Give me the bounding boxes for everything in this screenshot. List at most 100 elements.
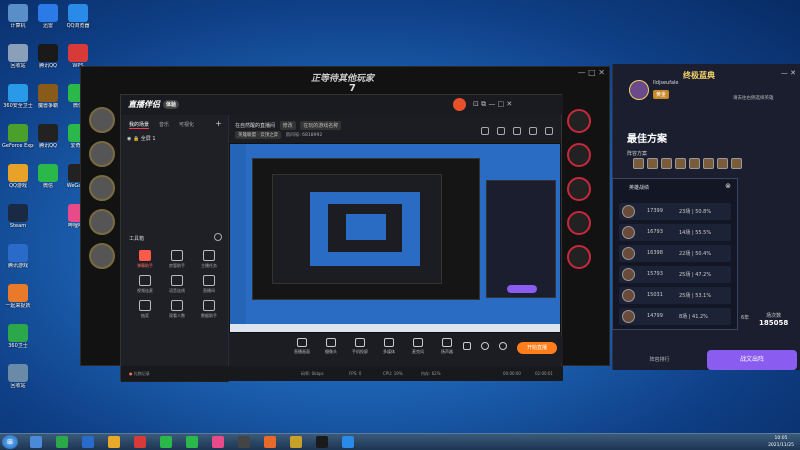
desktop-icon[interactable]: 迅雷 [32, 4, 64, 29]
tab-scenes[interactable]: 我的场景 [129, 121, 150, 129]
wechat-icon[interactable] [160, 436, 172, 448]
go-live-button[interactable]: 开始直播 [517, 342, 557, 354]
close-icon[interactable]: ⊗ [725, 182, 731, 190]
game-window-controls[interactable]: — □ ✕ [578, 68, 605, 77]
version-pill[interactable]: 体验 [163, 100, 180, 109]
hero-stat-row[interactable]: 16793 14场 | 55.5% [619, 224, 731, 241]
tool-item[interactable]: 语音连线 [161, 275, 193, 294]
lol-icon[interactable] [290, 436, 302, 448]
hero-icon[interactable] [689, 158, 700, 169]
windows-start-icon[interactable]: ⊞ [2, 435, 18, 449]
preview-nested-preview [310, 192, 420, 266]
desktop-icon[interactable]: 回收站 [2, 44, 34, 69]
stream-preview[interactable] [229, 143, 561, 333]
desktop-icon[interactable]: Steam [2, 204, 34, 229]
share-icon[interactable] [545, 127, 553, 135]
scene-tabs: 我的场景 音乐 可视化 [129, 121, 194, 129]
desktop-icon[interactable]: QQ游戏 [2, 164, 34, 189]
lineup-rank-button[interactable]: 阵容排行 [617, 352, 702, 368]
gift-icon[interactable] [481, 127, 489, 135]
source-button[interactable]: 直播画面 [289, 338, 315, 355]
bilibili-icon[interactable] [212, 436, 224, 448]
desktop-icon[interactable]: 腾讯QQ [32, 44, 64, 69]
browser-icon[interactable] [82, 436, 94, 448]
hero-icon[interactable] [703, 158, 714, 169]
game-icon[interactable] [238, 436, 250, 448]
hero-icon[interactable] [647, 158, 658, 169]
total-time: 02:00:01 [535, 371, 553, 376]
helper-window-controls[interactable]: — ✕ [781, 69, 796, 77]
360-icon[interactable] [56, 436, 68, 448]
hero-icon[interactable] [633, 158, 644, 169]
desktop-icon[interactable]: 回收站 [2, 364, 34, 389]
app-icon[interactable] [186, 436, 198, 448]
deploy-button[interactable]: 战文出阵 [707, 350, 797, 370]
chrome-icon[interactable] [108, 436, 120, 448]
gear-icon[interactable] [499, 342, 507, 350]
tools-settings-icon[interactable] [214, 233, 222, 241]
desktop-icon-label: 魔兽争霸 [37, 103, 58, 109]
desktop-icon[interactable]: 魔兽争霸 [32, 84, 64, 109]
record-icon[interactable] [513, 127, 521, 135]
hero-stat-row[interactable]: 15793 25场 | 47.2% [619, 266, 731, 283]
source-button[interactable]: 麦克风 [405, 338, 431, 355]
room-desc[interactable]: 在玩的游戏名称 [300, 121, 342, 130]
avatar[interactable] [629, 80, 649, 100]
hero-winrate: 25场 | 53.1% [679, 293, 712, 299]
app-icon [8, 44, 28, 62]
chrome-icon[interactable] [342, 436, 354, 448]
elapsed-time: 00:00:00 [503, 371, 521, 376]
settings-icon[interactable] [529, 127, 537, 135]
hero-stat-row[interactable]: 16398 22场 | 50.4% [619, 245, 731, 262]
tool-item[interactable]: 主播任务 [193, 250, 225, 269]
category-tag[interactable]: 英雄联盟 · 云顶之弈 [235, 131, 282, 139]
wegame-icon[interactable] [316, 436, 328, 448]
tab-music[interactable]: 音乐 [159, 121, 169, 129]
hero-icon[interactable] [731, 158, 742, 169]
app-window-controls[interactable]: ⊡ ⧉ — □ ✕ [473, 100, 512, 109]
scene-item[interactable]: ◉ 🔒 全屏 1 [127, 135, 156, 142]
explorer-icon[interactable] [30, 436, 42, 448]
tool-item[interactable]: 房管助手 [161, 250, 193, 269]
lock-icon[interactable]: 🔒 [133, 136, 139, 142]
hero-icon[interactable] [717, 158, 728, 169]
screen-eye-icon[interactable] [481, 342, 489, 350]
source-button[interactable]: 多媒体 [376, 338, 402, 355]
desktop-icon-label: QQ浏览器 [66, 23, 90, 29]
desktop-icon[interactable]: GeForce Experience [2, 124, 34, 149]
desktop-icon[interactable]: 360安全卫士 [2, 84, 34, 109]
desktop-icon[interactable]: 腾讯游戏 [2, 244, 34, 269]
tool-item[interactable]: 弹幕助手 [129, 250, 161, 269]
source-button[interactable]: 摄像头 [318, 338, 344, 355]
hero-icon[interactable] [661, 158, 672, 169]
hero-stat-row[interactable]: 14799 8场 | 41.2% [619, 308, 731, 325]
preview-side-button [507, 285, 537, 293]
source-button[interactable]: 手机投屏 [347, 338, 373, 355]
hero-stat-row[interactable]: 17399 23场 | 50.8% [619, 203, 731, 220]
desktop-icon[interactable]: 腾讯QQ [32, 124, 64, 149]
desktop-icon-label: 腾讯QQ [39, 63, 57, 69]
edit-title-button[interactable]: 修改 [279, 121, 296, 130]
app-icon[interactable] [134, 436, 146, 448]
desktop-icon[interactable]: 微信 [32, 164, 64, 189]
tool-item[interactable]: 数据助手 [193, 300, 225, 319]
live-companion-icon[interactable] [264, 436, 276, 448]
source-button[interactable]: 扬声器 [434, 338, 460, 355]
hero-stat-row[interactable]: 15031 25场 | 53.1% [619, 287, 731, 304]
add-scene-icon[interactable]: + [215, 119, 222, 128]
desktop-icon[interactable]: 一起来捉妖 [2, 284, 34, 309]
desktop-icon[interactable]: QQ浏览器 [62, 4, 94, 29]
system-clock[interactable]: 10:05 2021/11/25 [768, 435, 794, 449]
hero-icon[interactable] [675, 158, 686, 169]
desktop-icon[interactable]: 360卫士 [2, 324, 34, 349]
desktop-icon[interactable]: 计算机 [2, 4, 34, 29]
tool-item[interactable]: 观看人数 [161, 300, 193, 319]
avatar[interactable] [453, 98, 466, 111]
tool-item[interactable]: 直播间 [193, 275, 225, 294]
tab-visual[interactable]: 可视化 [179, 121, 194, 129]
camera-toggle-icon[interactable] [463, 342, 471, 350]
calendar-icon[interactable] [497, 127, 505, 135]
eye-icon[interactable]: ◉ [127, 136, 131, 142]
tool-item[interactable]: 视频连麦 [129, 275, 161, 294]
tool-item[interactable]: 抽奖 [129, 300, 161, 319]
